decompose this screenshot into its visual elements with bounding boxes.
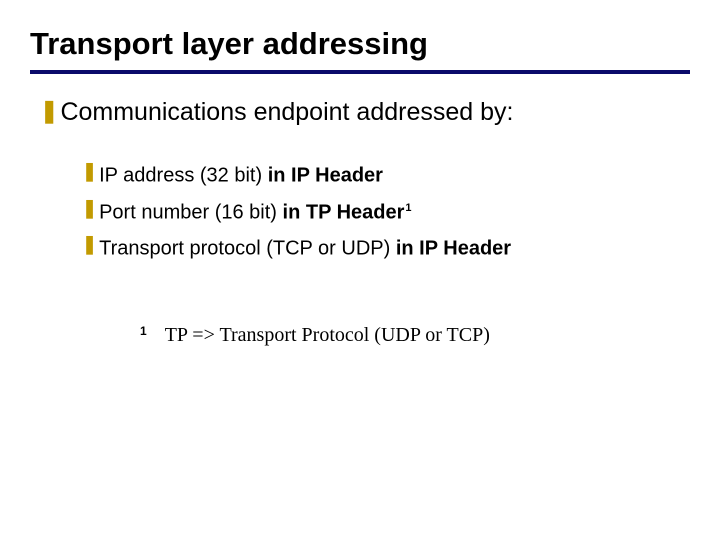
y-bullet-icon: ❚: [82, 158, 97, 184]
title-divider: [30, 70, 690, 74]
footnote: 1 TP => Transport Protocol (UDP or TCP): [140, 324, 690, 347]
footnote-text: TP => Transport Protocol (UDP or TCP): [165, 324, 490, 347]
sub-plain: Transport protocol (TCP or UDP): [99, 238, 396, 260]
list-item: ❚ Port number (16 bit) in TP Header1: [82, 195, 690, 226]
slide: Transport layer addressing ❚ Communicati…: [0, 0, 720, 377]
list-item: ❚ Transport protocol (TCP or UDP) in IP …: [82, 231, 690, 262]
list-item: ❚ IP address (32 bit) in IP Header: [82, 158, 690, 189]
page-title: Transport layer addressing: [30, 26, 690, 62]
sub-bold: in IP Header: [396, 238, 511, 260]
sub-bullet-list: ❚ IP address (32 bit) in IP Header ❚ Por…: [82, 158, 690, 262]
y-bullet-icon: ❚: [82, 231, 97, 257]
footnote-number: 1: [140, 324, 147, 338]
main-bullet-text: Communications endpoint addressed by:: [60, 96, 513, 128]
y-bullet-icon: ❚: [82, 195, 97, 221]
sub-plain: IP address (32 bit): [99, 165, 268, 187]
main-bullet-row: ❚ Communications endpoint addressed by:: [40, 96, 690, 128]
sub-plain: Port number (16 bit): [99, 201, 282, 223]
sub-bullet-text: Transport protocol (TCP or UDP) in IP He…: [99, 231, 512, 262]
sub-bullet-text: IP address (32 bit) in IP Header: [99, 158, 384, 189]
sub-bullet-text: Port number (16 bit) in TP Header1: [99, 195, 411, 226]
z-bullet-icon: ❚: [40, 96, 58, 126]
sub-bold: in IP Header: [268, 165, 383, 187]
sub-sup: 1: [405, 202, 411, 214]
sub-bold: in TP Header: [283, 201, 405, 223]
